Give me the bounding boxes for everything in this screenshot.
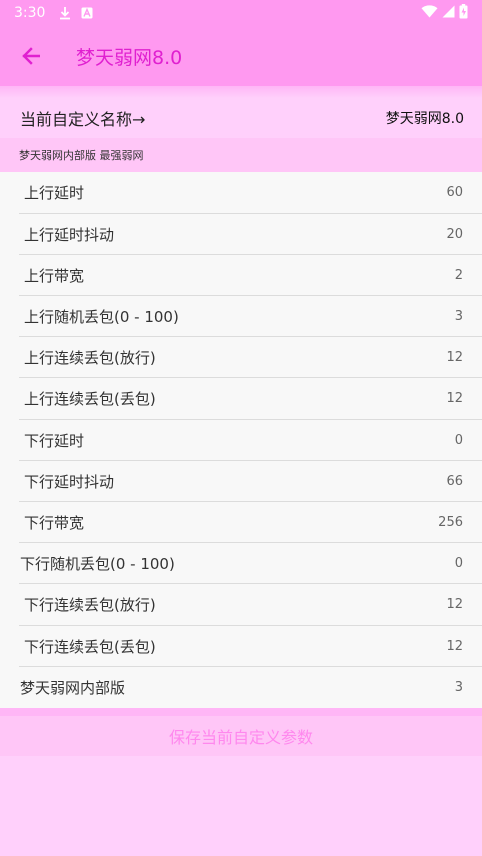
setting-download-burst-drop[interactable]: 下行连续丢包(丢包) 12	[19, 626, 482, 667]
status-bar: 3:30	[0, 0, 482, 26]
current-name-value: 梦天弱网8.0	[385, 111, 464, 127]
setting-upload-random-loss[interactable]: 上行随机丢包(0 - 100) 3	[19, 296, 482, 337]
arrow-left-icon	[22, 47, 40, 65]
a-letter-icon	[81, 7, 93, 19]
current-custom-name-row: 当前自定义名称→ 梦天弱网8.0	[0, 98, 482, 138]
setting-value: 3	[454, 309, 463, 324]
setting-value: 12	[446, 350, 463, 365]
setting-label: 下行延时	[24, 432, 85, 450]
setting-label: 下行连续丢包(放行)	[24, 596, 156, 614]
setting-value: 60	[446, 185, 463, 200]
setting-value: 66	[446, 474, 463, 489]
setting-upload-bandwidth[interactable]: 上行带宽 2	[19, 255, 482, 296]
save-custom-params-button[interactable]: 保存当前自定义参数	[0, 716, 482, 756]
setting-value: 20	[446, 227, 463, 242]
setting-value: 12	[446, 391, 463, 406]
setting-label: 上行随机丢包(0 - 100)	[24, 308, 179, 326]
setting-label: 下行连续丢包(丢包)	[24, 638, 156, 656]
wifi-icon	[421, 4, 438, 22]
setting-label: 上行延时抖动	[24, 226, 115, 244]
setting-download-random-loss[interactable]: 下行随机丢包(0 - 100) 0	[19, 543, 482, 584]
status-time: 3:30	[14, 5, 46, 21]
signal-icon	[442, 5, 455, 22]
setting-download-jitter[interactable]: 下行延时抖动 66	[19, 461, 482, 502]
setting-label: 下行延时抖动	[24, 473, 115, 491]
setting-label: 梦天弱网内部版	[20, 679, 126, 697]
status-right-icons	[421, 3, 468, 23]
download-icon	[59, 6, 71, 20]
setting-value: 12	[446, 639, 463, 654]
setting-label: 下行随机丢包(0 - 100)	[20, 555, 175, 573]
setting-label: 下行带宽	[24, 514, 85, 532]
setting-value: 2	[454, 268, 463, 283]
setting-label: 上行延时	[24, 184, 85, 202]
setting-label: 上行连续丢包(丢包)	[24, 390, 156, 408]
setting-upload-delay[interactable]: 上行延时 60	[19, 172, 482, 213]
header-shadow	[0, 86, 482, 98]
setting-download-delay[interactable]: 下行延时 0	[19, 420, 482, 461]
setting-download-bandwidth[interactable]: 下行带宽 256	[19, 502, 482, 543]
footer-divider-band	[0, 708, 482, 716]
battery-icon	[459, 3, 468, 23]
back-button[interactable]	[18, 43, 44, 69]
setting-value: 0	[454, 433, 463, 448]
setting-label: 上行连续丢包(放行)	[24, 349, 156, 367]
setting-download-burst-pass[interactable]: 下行连续丢包(放行) 12	[19, 584, 482, 625]
setting-upload-jitter[interactable]: 上行延时抖动 20	[19, 214, 482, 255]
setting-value: 256	[438, 515, 463, 530]
section-subtitle: 梦天弱网内部版 最强弱网	[0, 138, 482, 172]
setting-value: 3	[454, 680, 463, 695]
setting-label: 上行带宽	[24, 267, 85, 285]
current-name-label: 当前自定义名称→	[20, 110, 146, 129]
setting-internal-version[interactable]: 梦天弱网内部版 3	[19, 667, 482, 708]
setting-upload-burst-drop[interactable]: 上行连续丢包(丢包) 12	[19, 378, 482, 419]
setting-value: 0	[454, 556, 463, 571]
setting-value: 12	[446, 597, 463, 612]
app-bar: 梦天弱网8.0	[0, 26, 482, 86]
page-title: 梦天弱网8.0	[76, 46, 183, 69]
settings-list: 上行延时 60 上行延时抖动 20 上行带宽 2 上行随机丢包(0 - 100)…	[0, 172, 482, 708]
setting-upload-burst-pass[interactable]: 上行连续丢包(放行) 12	[19, 337, 482, 378]
